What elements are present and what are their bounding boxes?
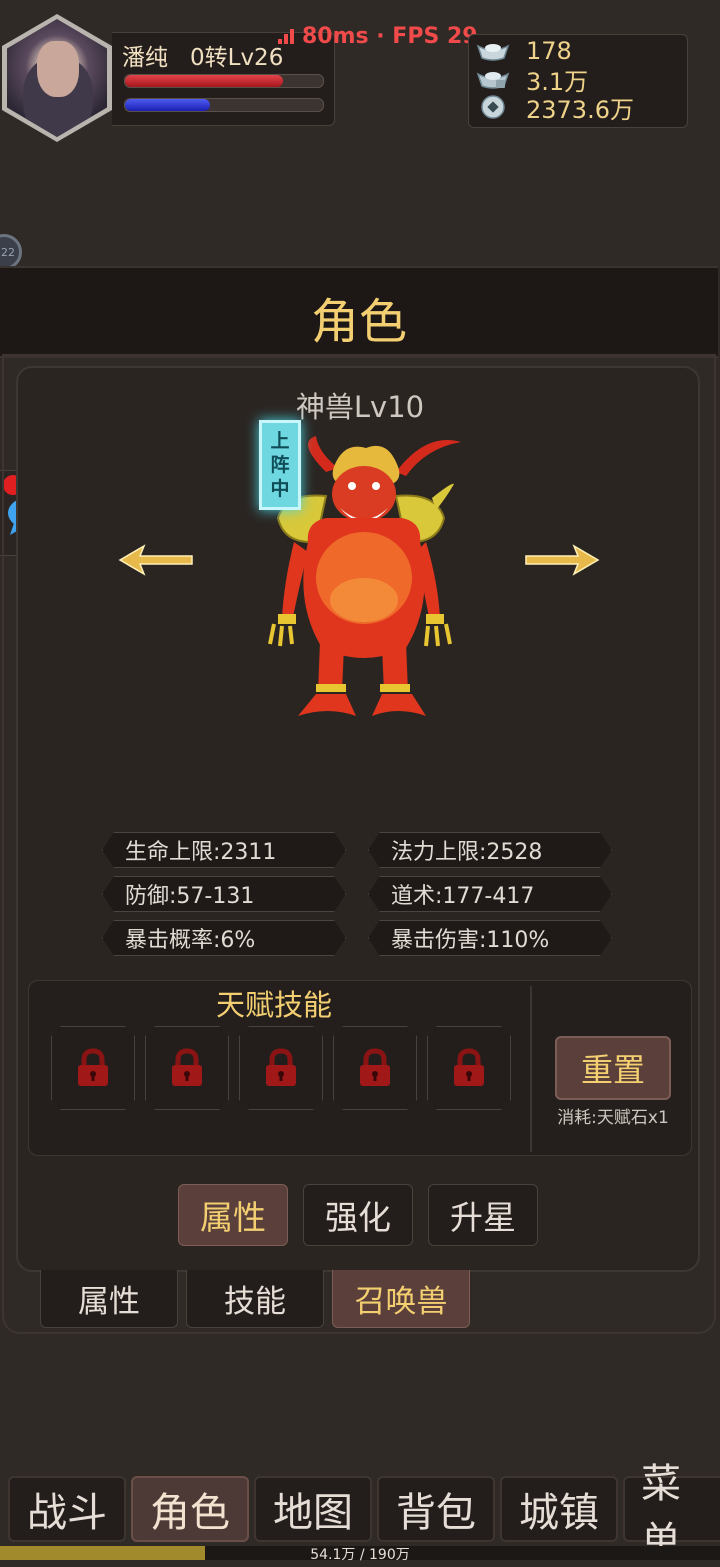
talent-reset-cost: 消耗:天赋石x1 <box>557 1108 669 1128</box>
mp-bar-fill <box>125 99 211 111</box>
next-pet-arrow-icon[interactable] <box>524 542 600 578</box>
subtab-enhance[interactable]: 强化 <box>303 1184 413 1246</box>
talent-slot-3[interactable] <box>239 1026 323 1110</box>
performance-indicator: 80ms · FPS 29 <box>278 24 478 49</box>
nav-battle[interactable]: 战斗 <box>8 1476 126 1542</box>
player-name: 潘纯 <box>122 45 168 71</box>
gold-ingot-icon <box>476 40 510 62</box>
window-title-bar: 角色 <box>0 266 718 358</box>
lock-icon <box>357 1048 393 1088</box>
player-avatar[interactable] <box>2 14 112 142</box>
currency-bound-ingot[interactable]: 3.1万 <box>476 66 588 96</box>
lock-icon <box>169 1048 205 1088</box>
stat-mp-max: 法力上限:2528 <box>368 832 612 868</box>
mp-bar <box>124 98 324 112</box>
talent-divider <box>530 986 532 1152</box>
currency-gold-ingot[interactable]: 178 <box>476 37 572 65</box>
signal-icon <box>278 28 296 44</box>
lock-icon <box>451 1048 487 1088</box>
page-title: 角色 <box>310 294 407 350</box>
talent-slot-5[interactable] <box>427 1026 511 1110</box>
player-level: 0转Lv26 <box>190 45 284 71</box>
bound-ingot-icon <box>476 68 510 90</box>
stat-defense: 防御:57-131 <box>102 876 346 912</box>
stat-taoism: 道术:177-417 <box>368 876 612 912</box>
talent-title: 天赋技能 <box>216 988 333 1022</box>
lock-icon <box>263 1048 299 1088</box>
tab-skills[interactable]: 技能 <box>186 1270 324 1328</box>
nav-map[interactable]: 地图 <box>254 1476 372 1542</box>
perf-text: 80ms · FPS 29 <box>302 24 478 49</box>
deployed-tag: 上 阵 中 <box>259 420 301 510</box>
stat-crit-rate: 暴击概率:6% <box>102 920 346 956</box>
hp-bar <box>124 74 324 88</box>
nav-character[interactable]: 角色 <box>131 1476 249 1542</box>
tab-summon-beast[interactable]: 召唤兽 <box>332 1270 470 1328</box>
subtab-attributes[interactable]: 属性 <box>178 1184 288 1246</box>
talent-slot-4[interactable] <box>333 1026 417 1110</box>
subtab-star-up[interactable]: 升星 <box>428 1184 538 1246</box>
deployed-tag-char-2: 阵 <box>270 454 290 476</box>
xp-text: 54.1万 / 190万 <box>310 1547 410 1563</box>
hp-bar-fill <box>125 75 284 87</box>
side-toggle-button[interactable]: 22 <box>0 234 22 270</box>
prev-pet-arrow-icon[interactable] <box>118 542 194 578</box>
deployed-tag-char-3: 中 <box>270 478 290 500</box>
talent-slot-2[interactable] <box>145 1026 229 1110</box>
nav-menu[interactable]: 菜单 <box>623 1461 720 1565</box>
stat-hp-max: 生命上限:2311 <box>102 832 346 868</box>
currency-coins[interactable]: 2373.6万 <box>476 94 634 124</box>
pet-level-label: 神兽Lv10 <box>295 390 425 424</box>
coins-value: 2373.6万 <box>526 95 634 124</box>
coin-icon <box>476 95 510 119</box>
deployed-tag-char-1: 上 <box>270 430 290 452</box>
tab-attributes[interactable]: 属性 <box>40 1270 178 1328</box>
talent-slot-1[interactable] <box>51 1026 135 1110</box>
nav-bag[interactable]: 背包 <box>377 1476 495 1542</box>
nav-town[interactable]: 城镇 <box>500 1476 618 1542</box>
talent-reset-button[interactable]: 重置 <box>555 1036 671 1100</box>
avatar-portrait <box>7 19 107 137</box>
stat-crit-damage: 暴击伤害:110% <box>368 920 612 956</box>
lock-icon <box>75 1048 111 1088</box>
